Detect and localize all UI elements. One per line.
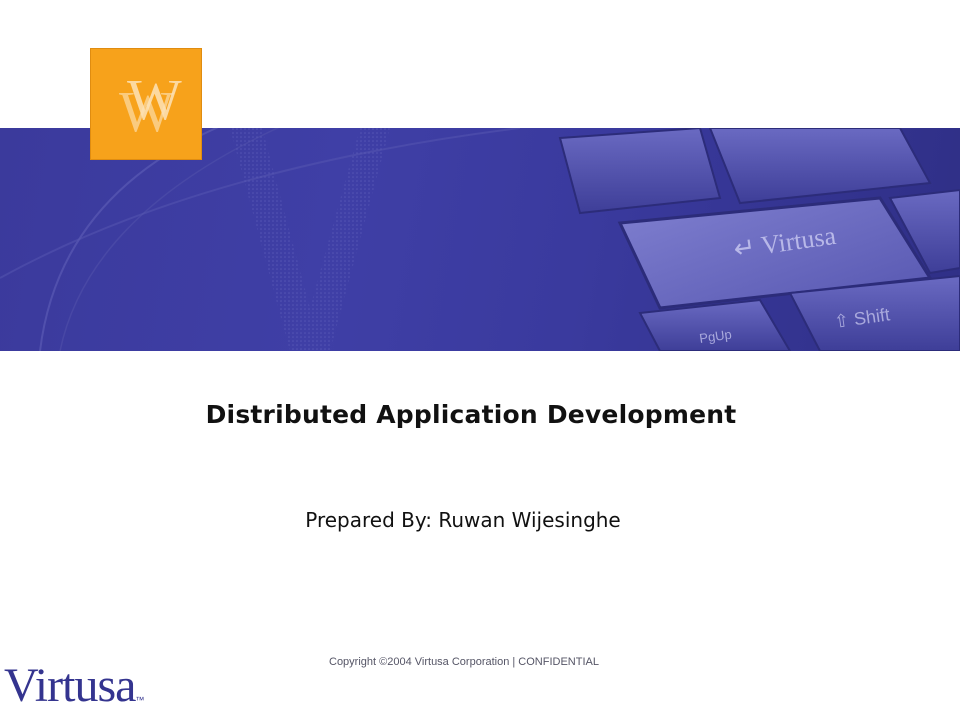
keyboard-keys: ↵ Virtusa ⇧ Shift PgUp <box>558 128 960 351</box>
slide-title: Distributed Application Development <box>205 400 737 429</box>
virtusa-w-logo: W W <box>90 48 202 160</box>
slide-subtitle: Prepared By: Ruwan Wijesinghe <box>305 508 621 532</box>
title-slide: ↵ Virtusa ⇧ Shift PgUp W W Distributed A… <box>0 0 960 720</box>
svg-text:W: W <box>127 67 182 132</box>
keyboard-banner-graphic: ↵ Virtusa ⇧ Shift PgUp <box>0 128 960 351</box>
trademark-symbol: ™ <box>135 695 145 705</box>
brand-name: Virtusa <box>4 659 136 712</box>
virtusa-wordmark-logo: Virtusa™ <box>4 656 144 716</box>
keyboard-banner-image: ↵ Virtusa ⇧ Shift PgUp <box>0 128 960 351</box>
w-logo-icon: W W <box>119 67 182 144</box>
